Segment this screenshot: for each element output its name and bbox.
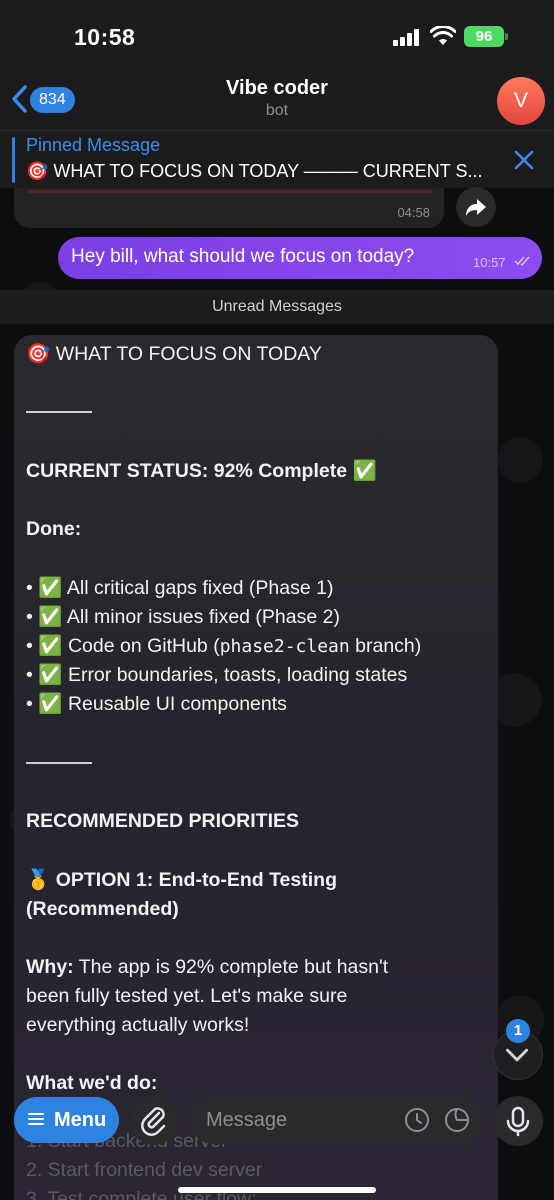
- done-label: Done:: [26, 518, 82, 540]
- option1-subtitle: (Recommended): [26, 898, 179, 920]
- bot-message-bubble[interactable]: 🎯 WHAT TO FOCUS ON TODAY CURRENT STATUS:…: [14, 335, 498, 1200]
- priorities-heading: RECOMMENDED PRIORITIES: [26, 810, 300, 832]
- message-time: 04:58: [397, 205, 430, 220]
- divider-rule: [26, 762, 92, 764]
- battery-indicator: 96: [464, 26, 504, 47]
- pinned-message-bar[interactable]: Pinned Message 🎯 WHAT TO FOCUS ON TODAY …: [0, 130, 554, 188]
- list-item: • ✅ Error boundaries, toasts, loading st…: [26, 664, 408, 686]
- sticker-icon[interactable]: [444, 1107, 470, 1133]
- cellular-signal-icon: [393, 28, 423, 46]
- list-item: • ✅ All minor issues fixed (Phase 2): [26, 606, 340, 628]
- previous-message-bubble[interactable]: 04:58: [14, 188, 444, 228]
- menu-icon: [28, 1113, 44, 1125]
- option1-title: 🥇 OPTION 1: End-to-End Testing: [26, 869, 337, 891]
- menu-label: Menu: [54, 1109, 107, 1131]
- timer-icon[interactable]: [404, 1107, 430, 1133]
- chat-title[interactable]: Vibe coder: [0, 77, 554, 100]
- forward-button[interactable]: [456, 187, 496, 227]
- avatar[interactable]: V: [497, 77, 545, 125]
- status-time: 10:58: [74, 24, 136, 50]
- list-item-github: • ✅ Code on GitHub (phase2-clean branch): [26, 634, 421, 658]
- pinned-label: Pinned Message: [26, 135, 161, 155]
- why-text-3: everything actually works!: [26, 1014, 250, 1036]
- why-text: The app is 92% complete but hasn't: [73, 956, 389, 978]
- attach-button[interactable]: [130, 1097, 178, 1145]
- message-input[interactable]: [190, 1096, 482, 1144]
- read-ticks-icon: [514, 256, 530, 267]
- sent-message-time: 10:57: [473, 255, 506, 270]
- branch-code: phase2-clean: [219, 636, 350, 657]
- message-heading: 🎯 WHAT TO FOCUS ON TODAY: [26, 343, 322, 365]
- battery-tip: [505, 33, 508, 40]
- forward-icon: [466, 199, 486, 216]
- sent-message-bubble[interactable]: Hey bill, what should we focus on today?…: [58, 237, 542, 279]
- github-suffix: branch): [349, 635, 422, 657]
- why-line: Why: The app is 92% complete but hasn't: [26, 956, 388, 979]
- sent-message-text: Hey bill, what should we focus on today?: [71, 246, 415, 267]
- previous-message-divider: [28, 190, 433, 193]
- what-label: What we'd do:: [26, 1072, 158, 1094]
- chat-header: 834 Vibe coder bot V: [0, 70, 554, 130]
- microphone-icon: [506, 1106, 530, 1137]
- menu-button[interactable]: Menu: [14, 1097, 119, 1143]
- why-text-2: been fully tested yet. Let's make sure: [26, 985, 348, 1007]
- status-bar: 10:58 96: [0, 0, 554, 70]
- new-messages-badge: 1: [506, 1019, 530, 1043]
- status-line: CURRENT STATUS: 92% Complete ✅: [26, 460, 377, 482]
- list-item: • ✅ Reusable UI components: [26, 693, 287, 715]
- paperclip-icon: [141, 1107, 166, 1136]
- home-indicator: [178, 1187, 376, 1193]
- pinned-indicator: [12, 137, 15, 183]
- list-item: • ✅ All critical gaps fixed (Phase 1): [26, 577, 334, 599]
- close-icon[interactable]: [512, 148, 536, 172]
- divider-rule: [26, 411, 92, 413]
- wifi-icon: [430, 26, 456, 45]
- pinned-text: 🎯 WHAT TO FOCUS ON TODAY ——— CURRENT S..…: [26, 161, 483, 181]
- github-prefix: • ✅ Code on GitHub (: [26, 635, 220, 657]
- unread-divider: Unread Messages: [0, 290, 554, 324]
- why-label: Why:: [26, 956, 74, 978]
- microphone-button[interactable]: [493, 1096, 543, 1146]
- step-item: 2. Start frontend dev server: [26, 1159, 263, 1181]
- chat-subtitle: bot: [265, 102, 289, 119]
